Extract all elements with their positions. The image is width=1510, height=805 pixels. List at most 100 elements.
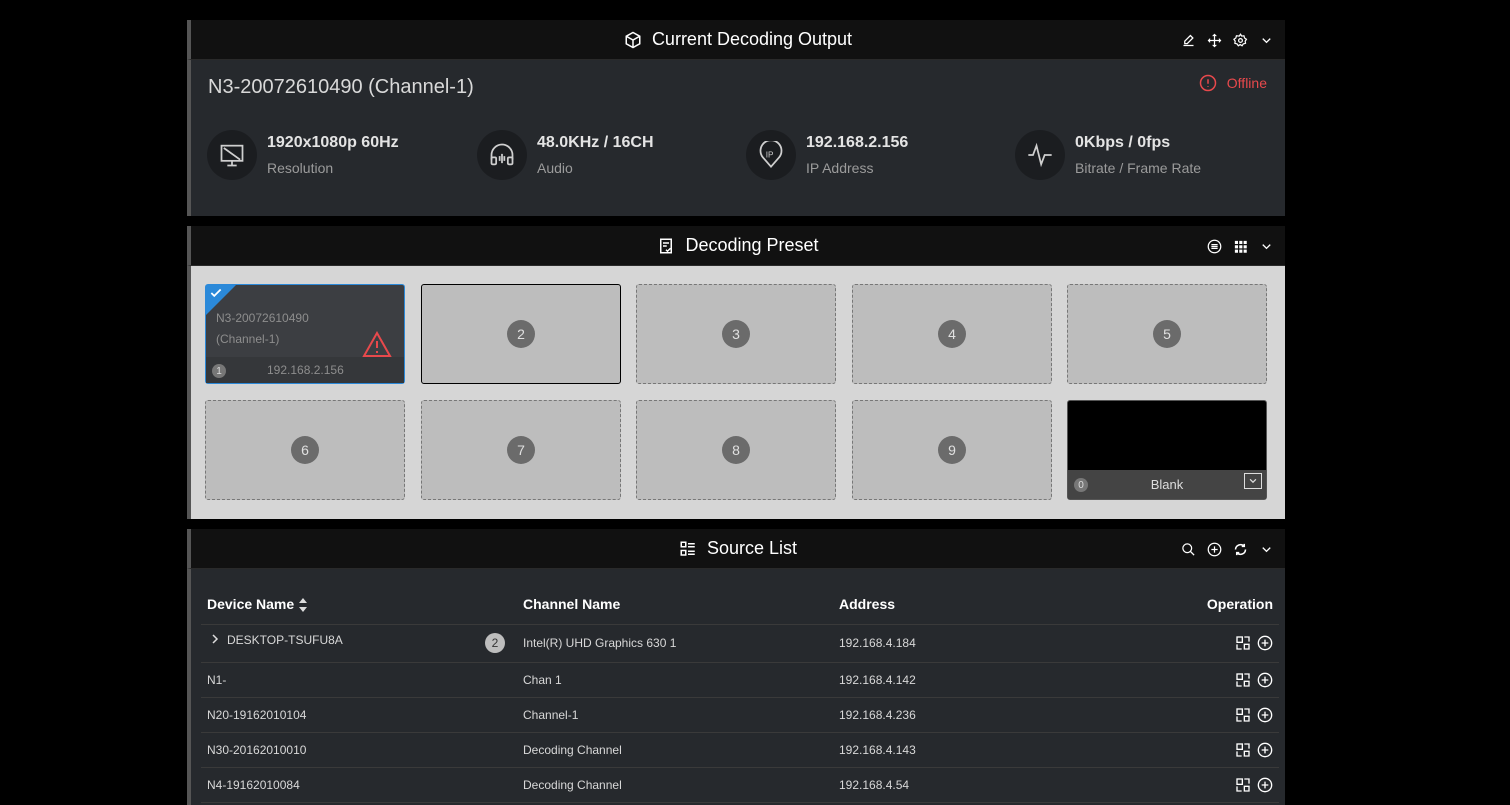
headphones-icon: [477, 130, 527, 180]
column-label: Device Name: [207, 595, 295, 612]
device-cell: N20-19162010104: [201, 697, 517, 733]
source-list-header: Source List: [187, 529, 1285, 569]
device-cell: N1-: [201, 662, 517, 698]
source-list-title-group: Source List: [679, 538, 797, 559]
operation-cell: [1149, 767, 1279, 803]
add-circle-icon[interactable]: [1257, 635, 1273, 651]
assign-icon[interactable]: [1235, 777, 1251, 793]
table-row[interactable]: DESKTOP-TSUFU8A 2 Intel(R) UHD Graphics …: [201, 624, 1279, 663]
add-circle-icon[interactable]: [1257, 707, 1273, 723]
slot-number: 2: [507, 320, 535, 348]
preset-device-name: N3-20072610490: [216, 311, 309, 325]
chevron-down-icon[interactable]: [1257, 237, 1275, 255]
chevron-down-icon[interactable]: [1257, 31, 1275, 49]
stat-value: 1920x1080p 60Hz: [267, 134, 399, 151]
device-cell: DESKTOP-TSUFU8A 2: [201, 624, 517, 663]
device-channel-title: N3-20072610490 (Channel-1): [208, 76, 474, 98]
output-toolbar: [1179, 20, 1275, 60]
add-circle-icon[interactable]: [1205, 540, 1223, 558]
decoding-preset-panel: Decoding Preset N3-20072610490 (Channel-…: [187, 226, 1285, 519]
warning-icon: [362, 331, 392, 357]
add-circle-icon[interactable]: [1257, 777, 1273, 793]
operation-cell: [1149, 697, 1279, 733]
stat-bitrate: 0Kbps / 0fps Bitrate / Frame Rate: [1015, 130, 1201, 180]
table-row[interactable]: N20-19162010104 Channel-1 192.168.4.236: [201, 697, 1279, 733]
operation-cell: [1149, 624, 1279, 663]
column-channel-name: Channel Name: [517, 584, 833, 625]
add-circle-icon[interactable]: [1257, 672, 1273, 688]
slot-number: 5: [1153, 320, 1181, 348]
preset-slot-6[interactable]: 6: [205, 400, 405, 500]
preset-index-badge: 1: [212, 364, 226, 378]
preset-slot-4[interactable]: 4: [852, 284, 1052, 384]
preset-toolbar: [1205, 226, 1275, 266]
search-icon[interactable]: [1179, 540, 1197, 558]
preset-slot-5[interactable]: 5: [1067, 284, 1267, 384]
chevron-down-icon[interactable]: [1257, 540, 1275, 558]
status-badge: Offline: [1199, 74, 1267, 92]
assign-icon[interactable]: [1235, 672, 1251, 688]
table-header-row: Device Name Channel Name Address Operati…: [201, 584, 1279, 625]
gear-icon[interactable]: [1231, 31, 1249, 49]
preset-slot-blank[interactable]: 0 Blank: [1067, 400, 1267, 500]
address-cell: 192.168.4.142: [833, 662, 1149, 698]
stat-label: Resolution: [267, 160, 334, 176]
address-cell: 192.168.4.143: [833, 732, 1149, 768]
preset-channel-name: (Channel-1): [216, 332, 280, 346]
preset-slot-9[interactable]: 9: [852, 400, 1052, 500]
source-list-panel: Source List Device Name Channel Name Add…: [187, 529, 1285, 805]
stat-value: 48.0KHz / 16CH: [537, 134, 654, 151]
ip-location-icon: IP: [746, 130, 796, 180]
assign-icon[interactable]: [1235, 707, 1251, 723]
preset-grid: N3-20072610490 (Channel-1) 1 192.168.2.1…: [187, 266, 1285, 519]
table-row[interactable]: N1- Chan 1 192.168.4.142: [201, 662, 1279, 698]
slot-number: 8: [722, 436, 750, 464]
list-circle-icon[interactable]: [1205, 237, 1223, 255]
preset-slot-7[interactable]: 7: [421, 400, 621, 500]
channel-cell: Decoding Channel: [517, 732, 833, 768]
channel-cell: Intel(R) UHD Graphics 630 1: [517, 624, 833, 663]
edit-icon[interactable]: [1179, 31, 1197, 49]
address-cell: 192.168.4.184: [833, 624, 1149, 663]
panel-title: Decoding Preset: [685, 235, 819, 255]
slot-number: 3: [722, 320, 750, 348]
assign-icon[interactable]: [1235, 742, 1251, 758]
chevron-right-icon[interactable]: [211, 633, 221, 647]
channel-cell: Channel-1: [517, 697, 833, 733]
preset-slot-8[interactable]: 8: [636, 400, 836, 500]
blank-label: Blank: [1150, 477, 1184, 492]
preset-slot-3[interactable]: 3: [636, 284, 836, 384]
decoding-preset-title-group: Decoding Preset: [657, 235, 819, 256]
column-address: Address: [833, 584, 1149, 625]
monitor-icon: [207, 130, 257, 180]
alert-circle-icon: [1199, 74, 1217, 92]
assign-icon[interactable]: [1235, 635, 1251, 651]
refresh-icon[interactable]: [1231, 540, 1249, 558]
move-icon[interactable]: [1205, 31, 1223, 49]
preset-slot-1[interactable]: N3-20072610490 (Channel-1) 1 192.168.2.1…: [205, 284, 405, 384]
preset-footer: 0 Blank: [1068, 470, 1266, 499]
device-cell: N4-19162010084: [201, 767, 517, 803]
add-circle-icon[interactable]: [1257, 742, 1273, 758]
preset-slot-2[interactable]: 2: [421, 284, 621, 384]
decoding-output-panel: Current Decoding Output N3-20072610490 (…: [187, 20, 1285, 216]
panel-title: Current Decoding Output: [651, 29, 853, 49]
device-cell: N30-20162010010: [201, 732, 517, 768]
slot-number: 4: [938, 320, 966, 348]
table-row[interactable]: N30-20162010010 Decoding Channel 192.168…: [201, 732, 1279, 768]
source-toolbar: [1179, 529, 1275, 569]
stat-value: 0Kbps / 0fps: [1075, 134, 1171, 151]
slot-number: 6: [291, 436, 319, 464]
sort-icon[interactable]: [298, 597, 308, 612]
slot-number: 7: [507, 436, 535, 464]
grid-icon[interactable]: [1231, 237, 1249, 255]
source-table: Device Name Channel Name Address Operati…: [201, 584, 1279, 803]
stat-label: IP Address: [806, 160, 874, 176]
table-row[interactable]: N4-19162010084 Decoding Channel 192.168.…: [201, 767, 1279, 803]
stat-audio: 48.0KHz / 16CH Audio: [477, 130, 654, 180]
channel-cell: Chan 1: [517, 662, 833, 698]
column-device-name[interactable]: Device Name: [201, 584, 517, 625]
chevron-down-icon: [1249, 478, 1257, 484]
dropdown-toggle[interactable]: [1244, 473, 1262, 489]
decoding-output-header: Current Decoding Output: [187, 20, 1285, 60]
